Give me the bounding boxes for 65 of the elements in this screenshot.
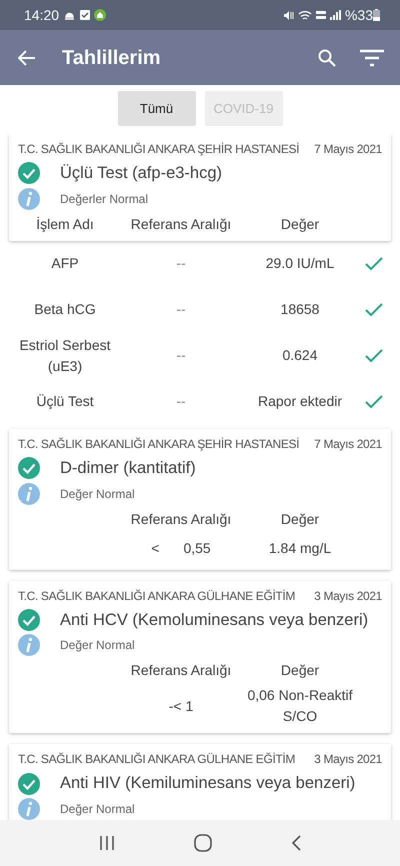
mute-icon — [282, 10, 294, 20]
hospital-name: T.C. SAĞLIK BAKANLIĞI ANKARA GÜLHANE EĞİTİM — [18, 588, 296, 604]
hospital-name: T.C. SAĞLIK BAKANLIĞI ANKARA ŞEHİR HASTANESİ — [18, 141, 300, 158]
result-date: 7 Mayıs 2021 — [314, 141, 382, 158]
reference-cell-text: -- — [176, 300, 186, 320]
test-title: Üçlü Test (afp-e3-hcg) — [60, 163, 222, 184]
test-name-cell-text: Estriol Serbest (uE3) — [18, 336, 112, 376]
search-icon[interactable] — [318, 48, 336, 66]
weather-icon — [63, 10, 76, 20]
filter-icon[interactable] — [360, 48, 384, 66]
reference-cell-text: -- — [176, 254, 186, 274]
column-header: Referans Aralığı — [130, 661, 232, 680]
check-circle-icon — [18, 608, 40, 631]
column-header: Referans Aralığı — [130, 214, 232, 234]
home-icon[interactable] — [194, 834, 212, 852]
battery-percent: %33 — [344, 6, 373, 24]
column-header: İşlem Adı — [35, 214, 95, 234]
test-title: Anti HIV (Kemiluminesans veya benzeri) — [60, 773, 356, 794]
info-icon — [18, 188, 40, 210]
hospital-name: T.C. SAĞLIK BAKANLIĞI ANKARA GÜLHANE EĞİTİM — [18, 751, 296, 768]
value-cell-text: Rapor ektedir — [256, 392, 344, 412]
column-header: Değer — [280, 661, 320, 680]
back-icon[interactable] — [290, 835, 301, 851]
result-date: 7 Mayıs 2021 — [314, 436, 382, 453]
check-circle-icon — [18, 457, 40, 480]
hospital-name: T.C. SAĞLIK BAKANLIĞI ANKARA ŞEHİR HASTANESİ — [18, 436, 300, 453]
info-icon — [18, 482, 40, 504]
status-text: Değer Normal — [60, 486, 135, 502]
page-title: Tahlillerim — [62, 46, 162, 70]
value-cell-text: 0.624 — [281, 346, 319, 366]
value-cell-text: 0,06 Non-Reaktif S/CO — [246, 686, 354, 726]
test-name-cell-text: Beta hCG — [33, 300, 97, 320]
reference-cell-text: -- — [176, 346, 186, 366]
signal-icon — [330, 10, 341, 20]
reference-operator: < — [151, 539, 160, 558]
status-text: Değer Normal — [60, 801, 135, 818]
checkbox-icon — [80, 10, 90, 20]
value-cell-text: 18658 — [280, 300, 320, 320]
result-date: 3 Mayıs 2021 — [314, 751, 382, 768]
test-name-cell-text: AFP — [50, 254, 80, 274]
reference-cell-text: 0,55 — [183, 539, 211, 558]
value-cell-text: 29.0 IU/mL — [264, 254, 336, 274]
reference-cell-text: -< 1 — [168, 696, 194, 716]
info-icon — [18, 798, 40, 820]
column-header: Referans Aralığı — [130, 510, 232, 529]
value-cell-text: 1.84 mg/L — [268, 539, 332, 558]
result-date: 3 Mayıs 2021 — [314, 588, 382, 604]
recent-apps-icon[interactable] — [99, 836, 116, 850]
status-text: Değerler Normal — [60, 190, 148, 208]
filter-tab[interactable]: Tümü — [118, 91, 196, 126]
wifi-icon — [298, 10, 312, 20]
column-header: Değer — [280, 214, 320, 234]
back-arrow-icon[interactable] — [18, 50, 36, 66]
test-title: Anti HCV (Kemoluminesans veya benzeri) — [60, 610, 368, 630]
info-icon — [18, 634, 40, 656]
battery-icon — [373, 9, 380, 21]
reference-cell-text: -- — [176, 392, 186, 412]
status-text: Değer Normal — [60, 637, 135, 654]
status-time: 14:20 — [24, 6, 60, 24]
app-icon — [94, 9, 106, 21]
check-circle-icon — [18, 162, 40, 184]
check-circle-icon — [18, 772, 40, 795]
column-header: Değer — [280, 510, 320, 529]
test-title: D-dimer (kantitatif) — [60, 458, 196, 479]
test-name-cell-text: Üçlü Test — [35, 392, 95, 412]
